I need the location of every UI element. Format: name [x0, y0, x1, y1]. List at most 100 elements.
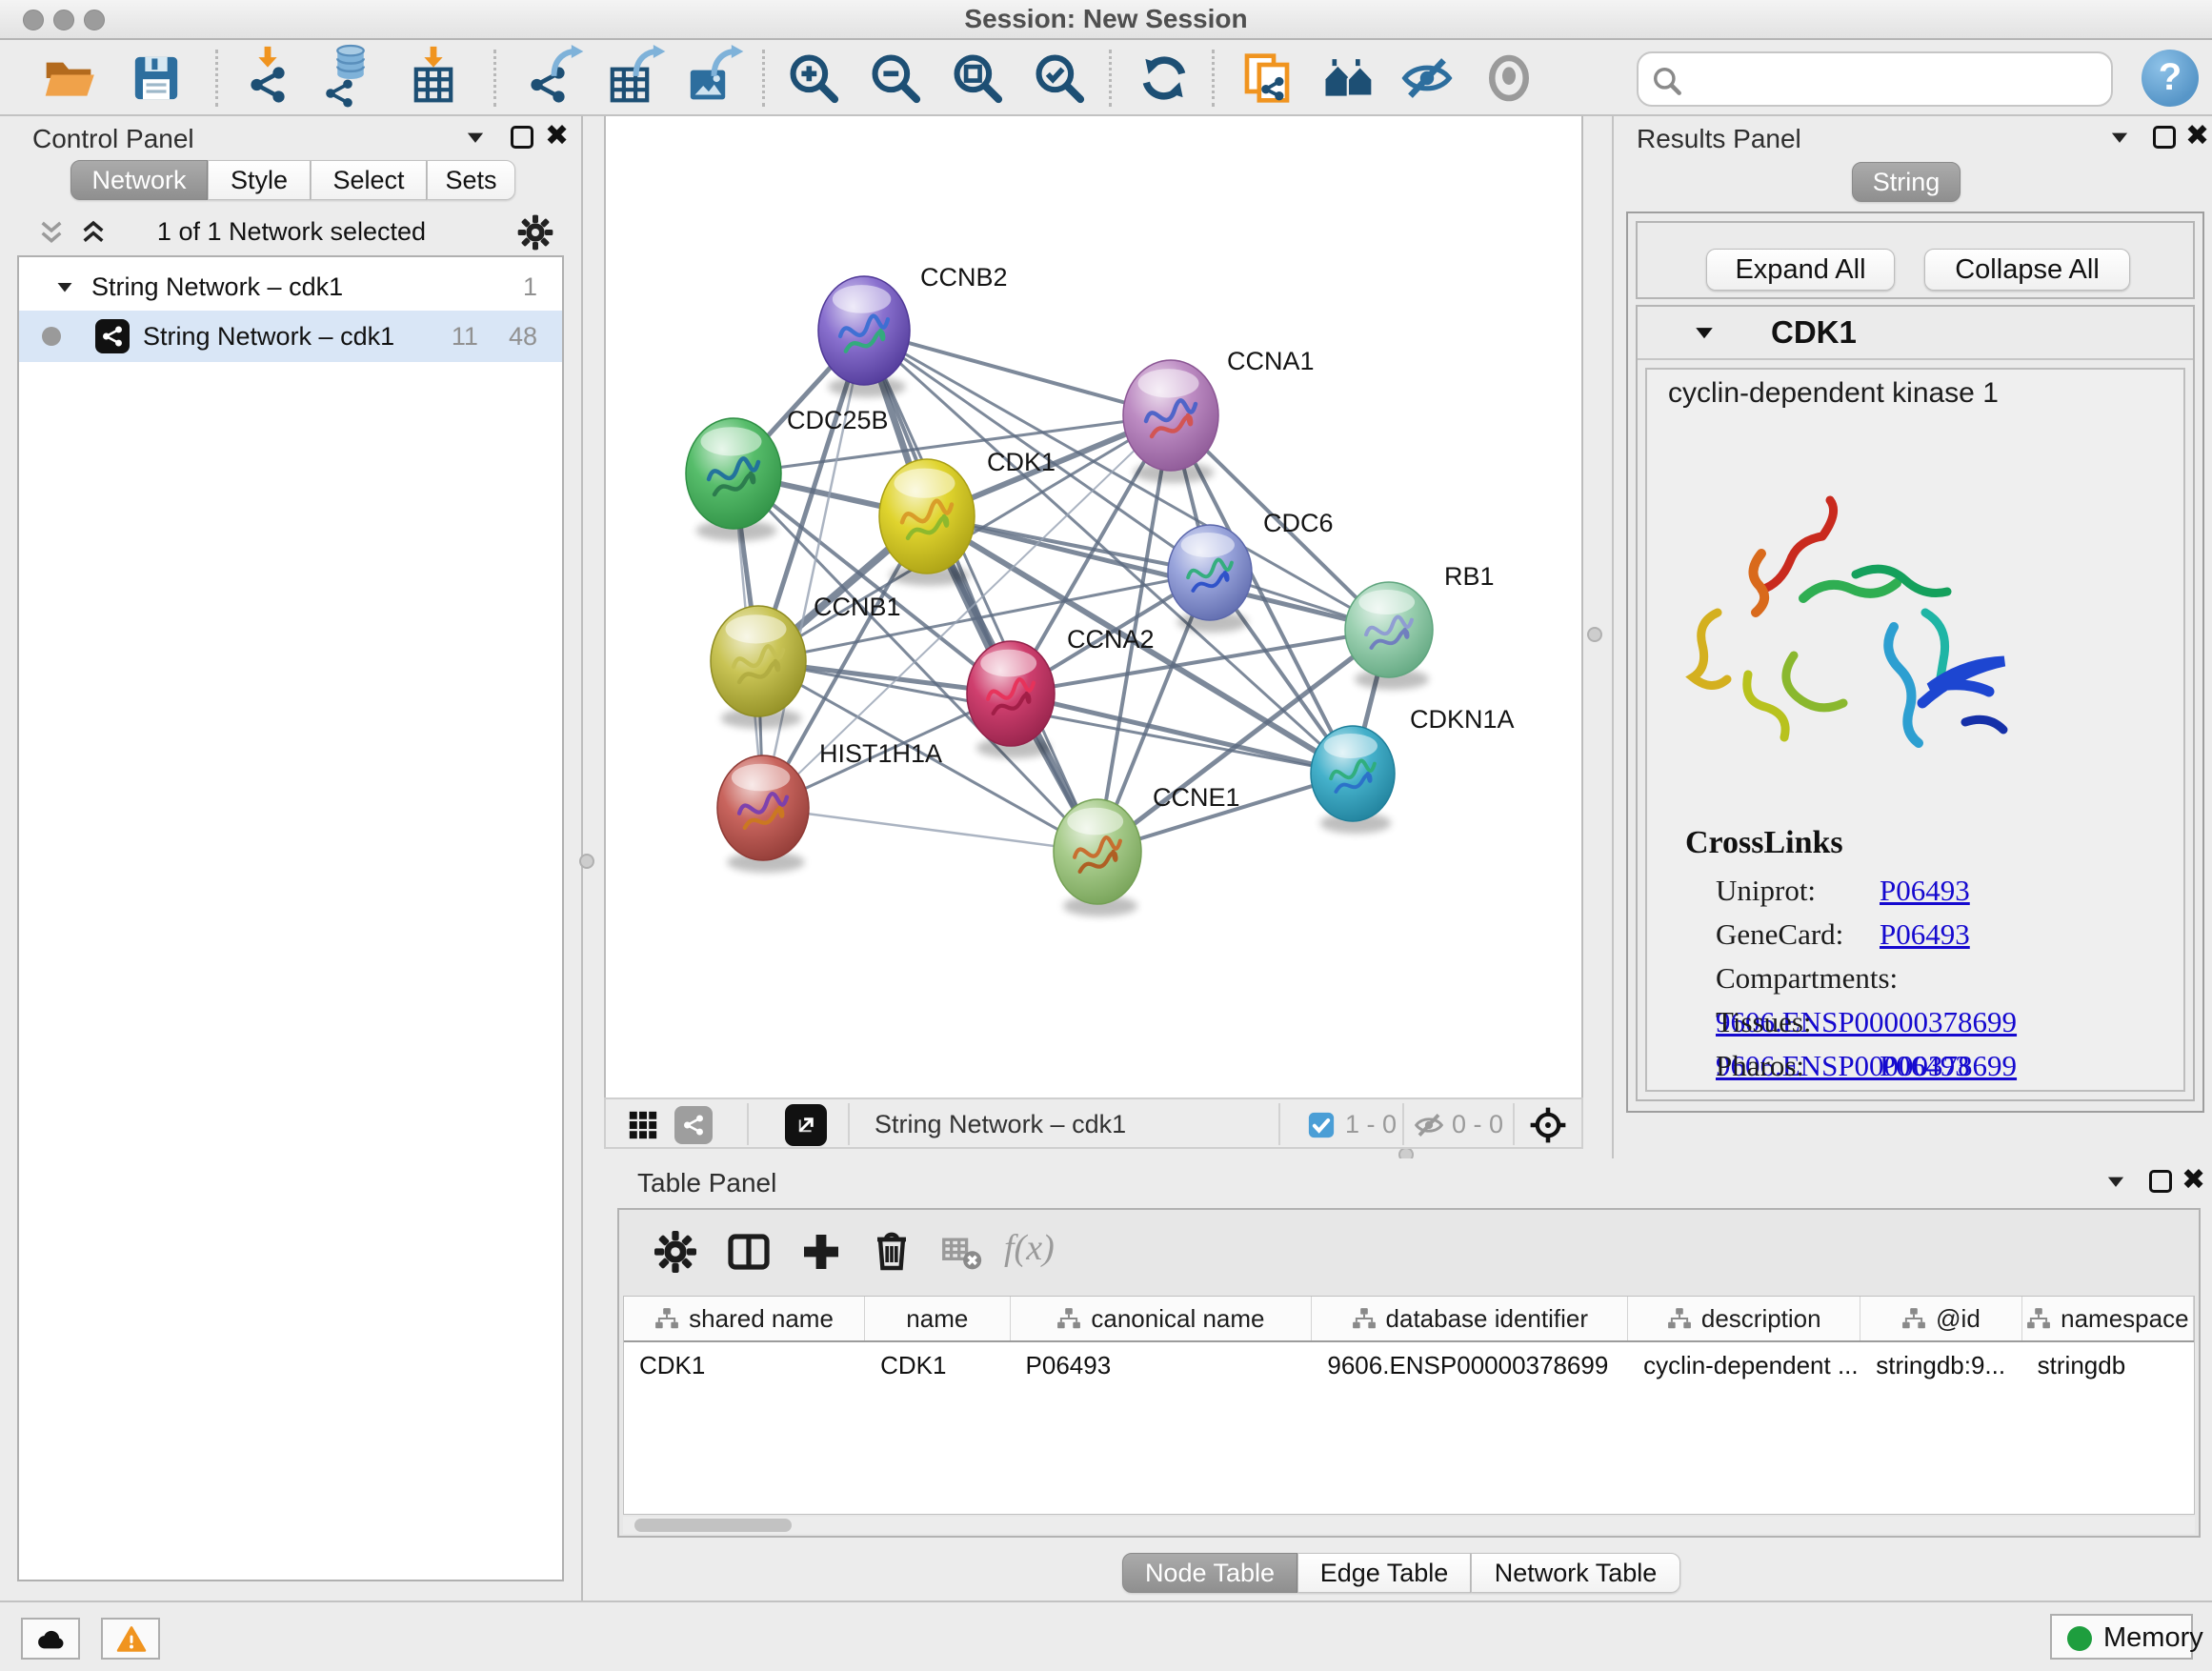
cloud-status-button[interactable]: [21, 1618, 80, 1660]
network-node-CDKN1A[interactable]: [1311, 726, 1395, 834]
refresh-layout-button[interactable]: [1134, 48, 1196, 111]
open-in-new-window-button[interactable]: [785, 1104, 827, 1146]
split-columns-icon[interactable]: [726, 1229, 772, 1275]
edge-CCNA2-CDKN1A[interactable]: [1011, 694, 1353, 774]
show-all-button[interactable]: [1478, 48, 1541, 111]
export-table-button[interactable]: [600, 48, 663, 111]
column-header-database-identifier[interactable]: database identifier: [1312, 1297, 1628, 1340]
gear-icon[interactable]: [516, 213, 554, 252]
zoom-selected-button[interactable]: [1029, 48, 1092, 111]
panel-float-button[interactable]: [2153, 126, 2176, 149]
zoom-fit-button[interactable]: [947, 48, 1010, 111]
tab-select[interactable]: Select: [311, 160, 427, 200]
down-arrow-icon: [417, 44, 450, 76]
eye-slash-icon: [1400, 51, 1454, 105]
panel-float-button[interactable]: [511, 126, 533, 149]
help-button[interactable]: ?: [2142, 50, 2199, 107]
network-thumbnail-icon[interactable]: [674, 1106, 713, 1144]
panel-menu-icon[interactable]: [2103, 1170, 2128, 1195]
main-toolbar: ?: [0, 42, 2212, 116]
edge-CCNB2-CCNE1[interactable]: [864, 331, 1097, 852]
toolbar-separator: [493, 50, 496, 107]
add-column-icon[interactable]: [798, 1229, 844, 1275]
network-canvas[interactable]: CCNB2CCNA1CDC25BCDK1CDC6RB1CCNB1CCNA2CDK…: [604, 116, 1583, 1097]
horizontal-scrollbar[interactable]: [623, 1517, 2195, 1534]
network-node-CCNA1[interactable]: [1123, 360, 1218, 483]
hidden-eye-slash-icon[interactable]: [1414, 1110, 1444, 1140]
network-collection-row[interactable]: String Network – cdk1 1: [19, 265, 562, 309]
search-input[interactable]: [1692, 57, 2101, 101]
tree-expander-icon[interactable]: [53, 276, 76, 299]
tab-network-table[interactable]: Network Table: [1471, 1553, 1680, 1593]
gear-icon[interactable]: [653, 1229, 698, 1275]
open-session-button[interactable]: [38, 48, 101, 111]
grid-view-icon[interactable]: [627, 1109, 659, 1141]
network-row-selected[interactable]: String Network – cdk1 11 48: [19, 311, 562, 362]
column-header-description[interactable]: description: [1628, 1297, 1860, 1340]
status-bar: Memory: [0, 1601, 2212, 1671]
tab-edge-table[interactable]: Edge Table: [1297, 1553, 1471, 1593]
clone-network-button[interactable]: [1237, 48, 1299, 111]
warning-icon: [114, 1624, 149, 1655]
right-splitter-handle[interactable]: [1587, 627, 1602, 642]
crosslink-link[interactable]: P06493: [1880, 874, 1970, 907]
panel-close-button[interactable]: ✖: [545, 124, 569, 149]
network-node-CCNB2[interactable]: [818, 276, 910, 397]
column-header-shared-name[interactable]: shared name: [624, 1297, 865, 1340]
edge-CCNB2-HIST1H1A[interactable]: [763, 331, 864, 808]
tab-network[interactable]: Network: [70, 160, 208, 200]
column-header--id[interactable]: @id: [1860, 1297, 2021, 1340]
memory-button[interactable]: Memory: [2050, 1614, 2193, 1660]
column-header-namespace[interactable]: namespace: [2022, 1297, 2194, 1340]
tab-sets[interactable]: Sets: [427, 160, 515, 200]
zoom-out-button[interactable]: [865, 48, 928, 111]
network-node-HIST1H1A[interactable]: [717, 755, 809, 873]
collapse-all-button[interactable]: Collapse All: [1924, 249, 2130, 291]
warnings-button[interactable]: [101, 1618, 160, 1660]
trash-icon[interactable]: [869, 1229, 915, 1275]
network-node-RB1[interactable]: [1345, 582, 1433, 690]
tab-node-table[interactable]: Node Table: [1122, 1553, 1297, 1593]
panel-menu-icon[interactable]: [2107, 126, 2132, 151]
import-database-button[interactable]: [320, 48, 383, 111]
left-splitter-handle[interactable]: [579, 854, 594, 869]
birdseye-crosshair-icon[interactable]: [1528, 1105, 1568, 1145]
scrollbar-thumb[interactable]: [634, 1519, 792, 1532]
column-header-name[interactable]: name: [865, 1297, 1010, 1340]
expand-all-button[interactable]: Expand All: [1706, 249, 1895, 291]
entry-expander-icon[interactable]: [1691, 320, 1718, 347]
export-network-button[interactable]: [518, 48, 581, 111]
tab-string[interactable]: String: [1852, 162, 1961, 202]
selected-checkbox-icon[interactable]: [1307, 1111, 1336, 1139]
node-label-CDKN1A: CDKN1A: [1410, 705, 1515, 734]
panel-close-button[interactable]: ✖: [2182, 1168, 2205, 1193]
crosslink-link[interactable]: P06493: [1880, 1049, 1970, 1082]
column-header-canonical-name[interactable]: canonical name: [1011, 1297, 1313, 1340]
table-row[interactable]: CDK1CDK1P064939606.ENSP00000378699cyclin…: [624, 1342, 2194, 1389]
panel-menu-icon[interactable]: [463, 126, 488, 151]
panel-close-button[interactable]: ✖: [2185, 124, 2209, 149]
tab-style[interactable]: Style: [208, 160, 311, 200]
network-node-CCNE1[interactable]: [1054, 799, 1141, 916]
save-session-button[interactable]: [126, 48, 189, 111]
import-table-button[interactable]: [404, 48, 467, 111]
crosslink-label: Uniprot:: [1716, 869, 1880, 913]
hide-selected-button[interactable]: [1397, 48, 1459, 111]
crosslink-label: Pharos:: [1716, 1044, 1880, 1088]
network-tree: String Network – cdk1 1 String Network –…: [17, 255, 564, 1581]
table-panel-title: Table Panel: [637, 1168, 776, 1198]
entry-header[interactable]: CDK1: [1638, 307, 2193, 360]
crosslink-label: Compartments:: [1716, 956, 1880, 1000]
network-node-CDC25B[interactable]: [686, 418, 781, 541]
crosslink-link[interactable]: P06493: [1880, 917, 1970, 951]
panel-float-button[interactable]: [2149, 1170, 2172, 1193]
import-network-button[interactable]: [238, 48, 301, 111]
toolbar-separator: [762, 50, 765, 107]
zoom-in-button[interactable]: [783, 48, 846, 111]
control-panel-tabs: NetworkStyleSelectSets: [0, 160, 583, 200]
node-label-CCNB2: CCNB2: [920, 263, 1008, 292]
string-home-button[interactable]: [1318, 48, 1381, 111]
network-node-CCNB1[interactable]: [711, 606, 806, 729]
export-image-button[interactable]: [678, 48, 741, 111]
edge-HIST1H1A-CCNE1[interactable]: [763, 808, 1097, 852]
